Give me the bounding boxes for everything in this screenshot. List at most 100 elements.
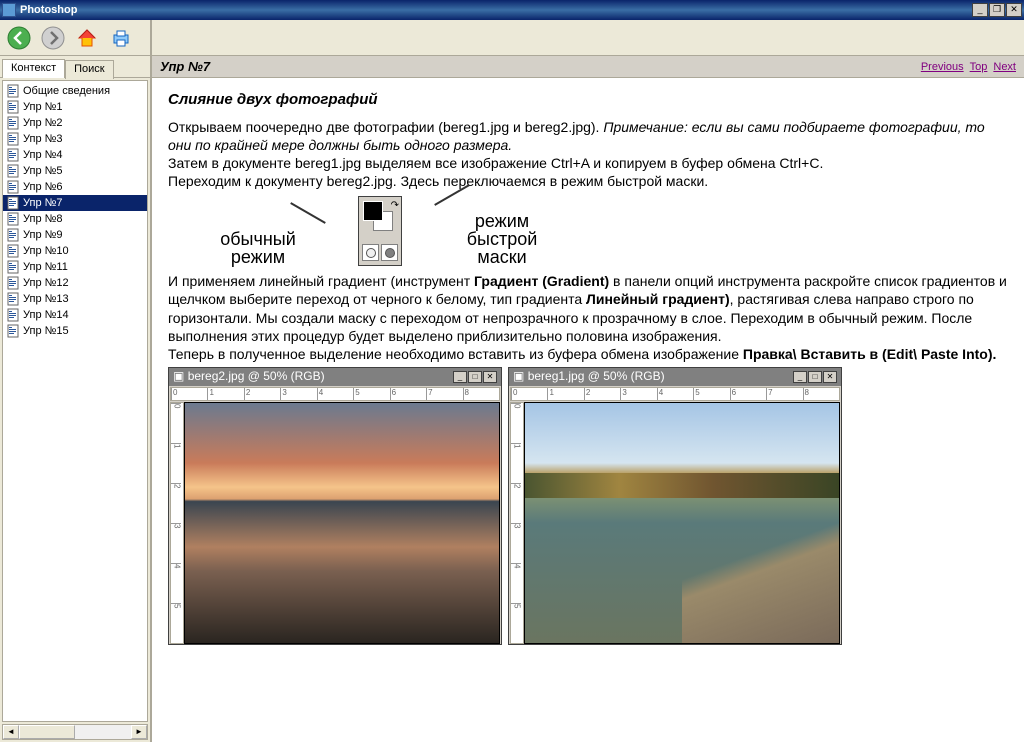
photo-close-button[interactable]: ✕ [823, 371, 837, 383]
tab-context[interactable]: Контекст [2, 59, 65, 78]
tree-item[interactable]: Упр №15 [3, 323, 147, 339]
doc-icon: ▣ [513, 369, 524, 385]
tree-item[interactable]: Упр №8 [3, 211, 147, 227]
quick-mask-mode-button [381, 244, 398, 261]
minimize-button[interactable]: _ [972, 3, 988, 17]
tree-item[interactable]: Упр №11 [3, 259, 147, 275]
fg-color-swatch [363, 201, 383, 221]
home-button[interactable] [74, 25, 100, 51]
home-icon [75, 26, 99, 50]
photo-window-bereg2: ▣ bereg2.jpg @ 50% (RGB) _ □ ✕ 012345678 [168, 367, 502, 645]
tree-item-label: Упр №8 [23, 213, 63, 225]
doc-icon: ▣ [173, 369, 184, 385]
tab-search[interactable]: Поиск [65, 60, 113, 79]
tree-item-label: Упр №1 [23, 101, 63, 113]
photo-min-button[interactable]: _ [453, 371, 467, 383]
page-title: Упр №7 [160, 59, 921, 74]
photo-canvas-bereg1 [524, 402, 840, 644]
tree-item[interactable]: Упр №9 [3, 227, 147, 243]
tree-item-label: Упр №14 [23, 309, 69, 321]
page-header: Упр №7 Previous Top Next [152, 56, 1024, 78]
photo-max-button[interactable]: □ [808, 371, 822, 383]
doc-icon [7, 244, 19, 258]
photo-windows-row: ▣ bereg2.jpg @ 50% (RGB) _ □ ✕ 012345678 [168, 367, 1008, 645]
restore-button[interactable]: ❐ [989, 3, 1005, 17]
tree-item[interactable]: Упр №1 [3, 99, 147, 115]
tree-item[interactable]: Упр №2 [3, 115, 147, 131]
photo-max-button[interactable]: □ [468, 371, 482, 383]
tree-item-label: Упр №5 [23, 165, 63, 177]
doc-icon [7, 308, 19, 322]
doc-icon [7, 196, 19, 210]
label-quick-mask-mode: режимбыстроймаски [442, 212, 562, 266]
scroll-track[interactable] [19, 725, 131, 739]
doc-icon [7, 148, 19, 162]
content-pane: Упр №7 Previous Top Next Слияние двух фо… [152, 20, 1024, 742]
sidebar: Контекст Поиск Общие сведения Упр №1 Упр №… [0, 20, 152, 742]
window-buttons: _ ❐ ✕ [972, 3, 1022, 17]
swap-colors-icon: ↷ [391, 199, 399, 212]
doc-icon [7, 292, 19, 306]
sunset-image [185, 403, 499, 643]
para-1: Открываем поочередно две фотографии (ber… [168, 118, 1008, 154]
titlebar: Photoshop _ ❐ ✕ [0, 0, 1024, 20]
tree-item-label: Упр №3 [23, 133, 63, 145]
standard-mode-button [362, 244, 379, 261]
doc-icon [7, 276, 19, 290]
photo-min-button[interactable]: _ [793, 371, 807, 383]
content-toolbar-spacer [152, 20, 1024, 56]
scroll-right-button[interactable]: ► [131, 725, 147, 739]
photo-close-button[interactable]: ✕ [483, 371, 497, 383]
topic-tree[interactable]: Общие сведения Упр №1 Упр №2 Упр №3 Упр №4 Уп… [2, 80, 148, 722]
doc-icon [7, 132, 19, 146]
tree-item[interactable]: Упр №12 [3, 275, 147, 291]
tree-item-label: Упр №15 [23, 325, 69, 337]
tool-palette-figure: обычныйрежим ↷ режимбыстроймаски [198, 196, 1008, 266]
toolbar [0, 20, 150, 56]
photo-window-bereg1: ▣ bereg1.jpg @ 50% (RGB) _ □ ✕ 012345678 [508, 367, 842, 645]
doc-icon [7, 100, 19, 114]
tree-item-label: Упр №4 [23, 149, 63, 161]
back-icon [7, 26, 31, 50]
tree-item[interactable]: Упр №14 [3, 307, 147, 323]
app-icon [2, 3, 16, 17]
tree-item-label: Упр №2 [23, 117, 63, 129]
ruler-vertical: 012345 [170, 402, 184, 644]
tree-item-label: Упр №7 [23, 197, 63, 209]
link-previous[interactable]: Previous [921, 61, 964, 73]
para-3: Переходим к документу bereg2.jpg. Здесь … [168, 172, 1008, 190]
tree-item[interactable]: Общие сведения [3, 83, 147, 99]
tree-item[interactable]: Упр №5 [3, 163, 147, 179]
article-body: Слияние двух фотографий Открываем поочер… [152, 78, 1024, 657]
tree-item[interactable]: Упр №13 [3, 291, 147, 307]
para-4: И применяем линейный градиент (инструмен… [168, 272, 1008, 345]
photo-titlebar: ▣ bereg2.jpg @ 50% (RGB) _ □ ✕ [169, 368, 501, 386]
tree-item[interactable]: Упр №7 [3, 195, 147, 211]
tree-item[interactable]: Упр №4 [3, 147, 147, 163]
scrollbar-horizontal[interactable]: ◄ ► [2, 724, 148, 740]
tree-item-label: Упр №6 [23, 181, 63, 193]
scroll-thumb[interactable] [19, 725, 75, 739]
sidebar-tabs: Контекст Поиск [0, 56, 150, 78]
link-top[interactable]: Top [970, 61, 988, 73]
close-button[interactable]: ✕ [1006, 3, 1022, 17]
photo-titlebar: ▣ bereg1.jpg @ 50% (RGB) _ □ ✕ [509, 368, 841, 386]
ruler-horizontal: 012345678 [510, 387, 840, 401]
doc-icon [7, 180, 19, 194]
tree-item-label: Упр №9 [23, 229, 63, 241]
tree-item[interactable]: Упр №3 [3, 131, 147, 147]
print-button[interactable] [108, 25, 134, 51]
doc-icon [7, 260, 19, 274]
forward-icon [41, 26, 65, 50]
tree-item[interactable]: Упр №10 [3, 243, 147, 259]
doc-icon [7, 228, 19, 242]
link-next[interactable]: Next [993, 61, 1016, 73]
doc-icon [7, 116, 19, 130]
scroll-left-button[interactable]: ◄ [3, 725, 19, 739]
tree-item[interactable]: Упр №6 [3, 179, 147, 195]
article-heading: Слияние двух фотографий [168, 90, 1008, 110]
window-title: Photoshop [20, 4, 972, 16]
forward-button[interactable] [40, 25, 66, 51]
back-button[interactable] [6, 25, 32, 51]
ruler-horizontal: 012345678 [170, 387, 500, 401]
